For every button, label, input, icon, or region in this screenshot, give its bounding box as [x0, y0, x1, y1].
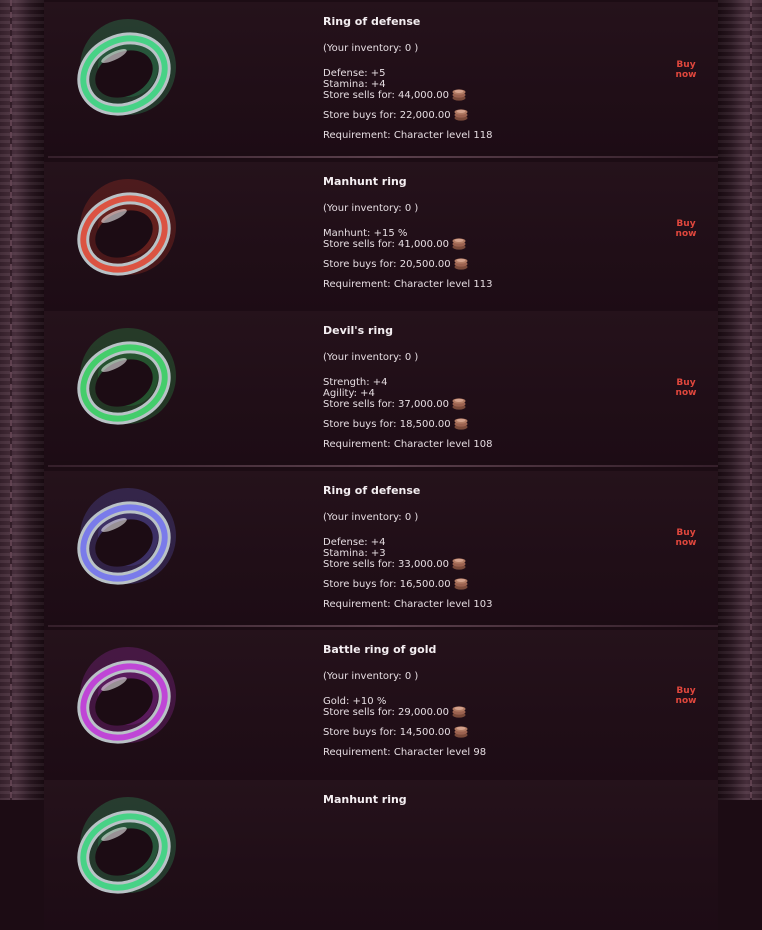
- stat-line: Defense: +4: [323, 537, 386, 548]
- inventory-count: (Your inventory: 0 ): [323, 352, 419, 363]
- buy-price-text: Store buys for: 22,000.00: [323, 110, 451, 121]
- buy-now-button[interactable]: Buy now: [671, 219, 701, 239]
- buy-price: Store buys for: 18,500.00: [323, 418, 492, 439]
- item-info: Devil's ring (Your inventory: 0 ) Strength…: [323, 325, 492, 450]
- stat-line: Strength: +4: [323, 377, 388, 388]
- purple-ring-icon: [77, 647, 176, 744]
- sell-price-text: Store sells for: 41,000.00: [323, 239, 449, 250]
- coin-icon: [452, 706, 466, 718]
- item-divider: [48, 156, 718, 158]
- stat-line: Stamina: +4: [323, 79, 386, 90]
- coin-icon: [454, 578, 468, 590]
- shop-item-list: Ring of defense (Your inventory: 0 ) Defen…: [44, 0, 718, 930]
- coin-icon: [454, 418, 468, 430]
- buy-now-label-1: Buy: [676, 219, 696, 229]
- coin-icon: [452, 238, 466, 250]
- level-requirement: Requirement: Character level 98: [323, 747, 487, 758]
- buy-now-label-2: now: [675, 70, 697, 80]
- inventory-count: (Your inventory: 0 ): [323, 512, 419, 523]
- buy-now-button[interactable]: Buy now: [671, 686, 701, 706]
- coin-icon: [452, 558, 466, 570]
- level-requirement: Requirement: Character level 108: [323, 439, 493, 450]
- blue-ring-icon: [77, 488, 176, 585]
- buy-now-label-2: now: [675, 229, 697, 239]
- green-ring-icon: [77, 797, 176, 894]
- buy-now-label-1: Buy: [676, 528, 696, 538]
- stat-line: Manhunt: +15 %: [323, 228, 408, 239]
- sell-price-text: Store sells for: 37,000.00: [323, 399, 449, 410]
- coin-icon: [454, 726, 468, 738]
- item-title: Manhunt ring: [323, 175, 407, 188]
- buy-price-text: Store buys for: 16,500.00: [323, 579, 451, 590]
- sell-price-text: Store sells for: 33,000.00: [323, 559, 449, 570]
- item-title: Ring of defense: [323, 484, 421, 497]
- shop-item: Ring of defense (Your inventory: 0 ) Defen…: [44, 471, 718, 627]
- buy-price-text: Store buys for: 14,500.00: [323, 727, 451, 738]
- coin-icon: [454, 258, 468, 270]
- buy-now-button[interactable]: Buy now: [671, 528, 701, 548]
- buy-price: Store buys for: 16,500.00: [323, 578, 492, 599]
- level-requirement: Requirement: Character level 113: [323, 279, 493, 290]
- buy-price: Store buys for: 20,500.00: [323, 258, 492, 279]
- shop-item: Manhunt ring: [44, 780, 718, 930]
- sell-price-text: Store sells for: 44,000.00: [323, 90, 449, 101]
- coin-icon: [452, 89, 466, 101]
- level-requirement: Requirement: Character level 118: [323, 130, 493, 141]
- buy-price: Store buys for: 14,500.00: [323, 726, 486, 747]
- shop-item: Battle ring of gold (Your inventory: 0 ) G…: [44, 630, 718, 786]
- left-ornate-border: [0, 0, 44, 800]
- item-title: Devil's ring: [323, 324, 393, 337]
- green-ring-icon: [77, 19, 176, 116]
- stat-line: Agility: +4: [323, 388, 375, 399]
- item-title: Battle ring of gold: [323, 643, 437, 656]
- buy-price-text: Store buys for: 20,500.00: [323, 259, 451, 270]
- red-ring-icon: [77, 179, 176, 276]
- inventory-count: (Your inventory: 0 ): [323, 671, 419, 682]
- stat-line: Defense: +5: [323, 68, 386, 79]
- item-info: Manhunt ring (Your inventory: 0 ) Manhunt:…: [323, 176, 492, 290]
- shop-item: Ring of defense (Your inventory: 0 ) Defen…: [44, 2, 718, 158]
- buy-now-label-2: now: [675, 538, 697, 548]
- buy-now-label-2: now: [675, 696, 697, 706]
- item-title: Ring of defense: [323, 15, 421, 28]
- skull-ring-icon: [77, 328, 176, 425]
- buy-now-button[interactable]: Buy now: [671, 60, 701, 80]
- right-ornate-border: [718, 0, 762, 800]
- buy-price-text: Store buys for: 18,500.00: [323, 419, 451, 430]
- buy-now-label-1: Buy: [676, 378, 696, 388]
- shop-item: Devil's ring (Your inventory: 0 ) Strength…: [44, 311, 718, 467]
- buy-now-label-1: Buy: [676, 686, 696, 696]
- item-info: Ring of defense (Your inventory: 0 ) Defen…: [323, 16, 492, 141]
- coin-icon: [452, 398, 466, 410]
- level-requirement: Requirement: Character level 103: [323, 599, 493, 610]
- coin-icon: [454, 109, 468, 121]
- buy-price: Store buys for: 22,000.00: [323, 109, 492, 130]
- inventory-count: (Your inventory: 0 ): [323, 203, 419, 214]
- item-info: Manhunt ring: [323, 794, 407, 821]
- item-info: Battle ring of gold (Your inventory: 0 ) G…: [323, 644, 486, 758]
- item-divider: [48, 465, 718, 467]
- stat-line: Stamina: +3: [323, 548, 386, 559]
- buy-now-button[interactable]: Buy now: [671, 378, 701, 398]
- item-info: Ring of defense (Your inventory: 0 ) Defen…: [323, 485, 492, 610]
- buy-now-label-1: Buy: [676, 60, 696, 70]
- buy-now-label-2: now: [675, 388, 697, 398]
- sell-price-text: Store sells for: 29,000.00: [323, 707, 449, 718]
- inventory-count: (Your inventory: 0 ): [323, 43, 419, 54]
- shop-item: Manhunt ring (Your inventory: 0 ) Manhunt:…: [44, 162, 718, 318]
- item-divider: [48, 625, 718, 627]
